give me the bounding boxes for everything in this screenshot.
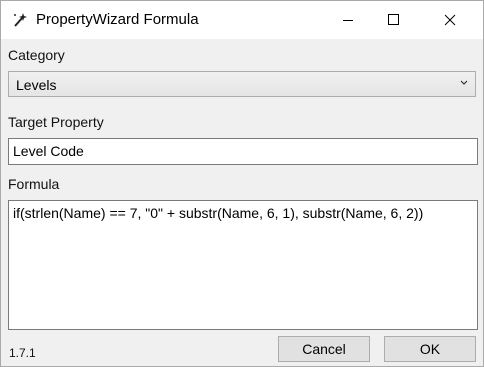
- formula-value: if(strlen(Name) == 7, "0" + substr(Name,…: [13, 205, 424, 221]
- close-icon: [444, 14, 456, 26]
- category-selected-value: Levels: [16, 77, 57, 93]
- target-property-field[interactable]: Level Code: [8, 138, 478, 165]
- dialog-window: PropertyWizard Formula Category Levels T…: [0, 0, 484, 367]
- category-label: Category: [8, 47, 65, 63]
- wand-icon: [14, 13, 27, 27]
- maximize-button[interactable]: [371, 1, 417, 39]
- window-title: PropertyWizard Formula: [36, 11, 199, 28]
- cancel-button[interactable]: Cancel: [278, 336, 370, 362]
- version-text: 1.7.1: [9, 346, 36, 360]
- close-button[interactable]: [427, 1, 473, 39]
- minimize-button[interactable]: [325, 1, 371, 39]
- minimize-icon: [343, 20, 353, 21]
- category-dropdown[interactable]: Levels: [8, 71, 476, 97]
- ok-button[interactable]: OK: [384, 336, 476, 362]
- maximize-icon: [388, 14, 399, 25]
- formula-label: Formula: [8, 176, 60, 192]
- target-property-label: Target Property: [8, 114, 104, 130]
- formula-textarea[interactable]: if(strlen(Name) == 7, "0" + substr(Name,…: [8, 200, 478, 330]
- chevron-down-icon: [460, 80, 468, 85]
- target-property-value: Level Code: [13, 143, 84, 159]
- title-bar[interactable]: PropertyWizard Formula: [1, 1, 483, 39]
